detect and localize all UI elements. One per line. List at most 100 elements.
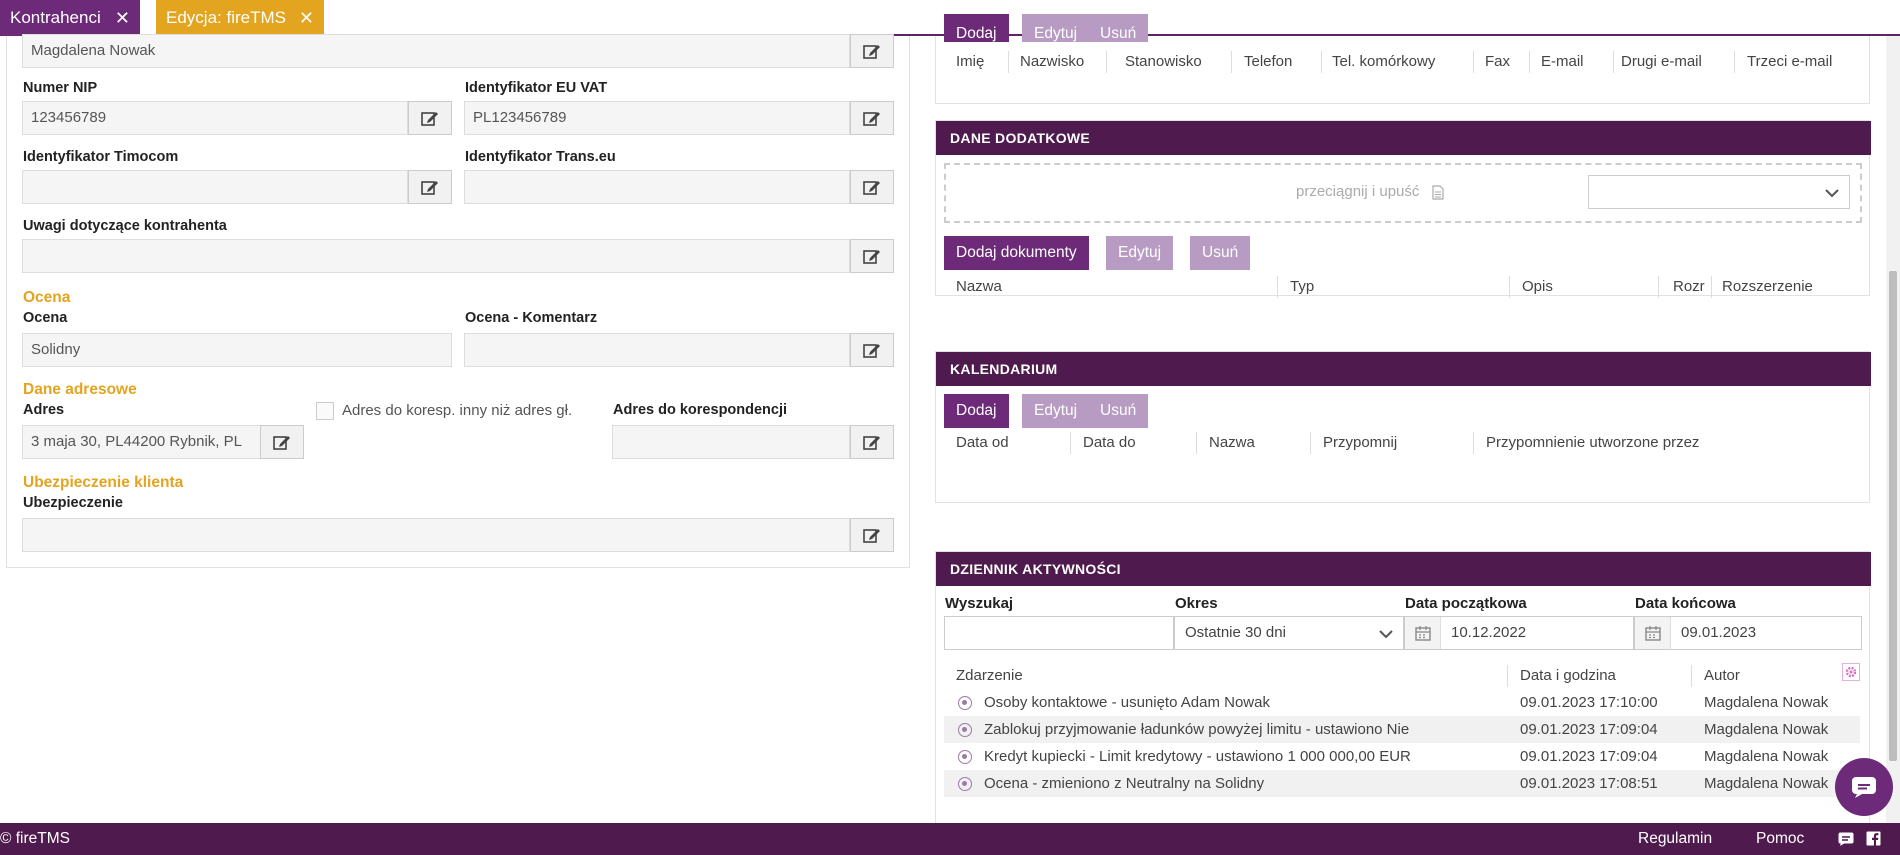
column-header[interactable]: Nazwisko [1020,53,1084,70]
contacts-delete-button[interactable]: Usuń [1088,14,1149,42]
koresp-checkbox[interactable] [316,402,334,420]
edit-icon [863,181,880,195]
gear-icon[interactable] [1842,663,1860,681]
regulamin-link[interactable]: Regulamin [1638,823,1712,855]
contacts-edit-button[interactable]: Edytuj [1022,14,1090,42]
pomoc-link[interactable]: Pomoc [1756,823,1804,855]
close-icon[interactable]: ✕ [115,0,130,36]
calendar-icon[interactable] [1635,617,1671,649]
tab-label: Edycja: fireTMS [166,8,286,27]
column-header[interactable]: Opis [1522,278,1553,295]
name-field[interactable]: Magdalena Nowak [22,34,850,68]
event-text: Kredyt kupiecki - Limit kredytowy - usta… [984,748,1411,765]
kal-add-button[interactable]: Dodaj [944,394,1009,428]
column-separator [1507,665,1508,687]
table-row[interactable]: Osoby kontaktowe - usunięto Adam Nowak 0… [944,689,1860,716]
column-header[interactable]: Data i godzina [1520,667,1616,684]
edit-button[interactable] [850,34,894,68]
ocena-komentarz-input[interactable] [464,333,850,367]
column-header[interactable]: Rozszerzenie [1722,278,1813,295]
timocom-label: Identyfikator Timocom [23,149,179,165]
column-header[interactable]: Nazwa [1209,434,1255,451]
start-date-input[interactable]: 10.12.2022 [1404,616,1634,650]
column-separator [1691,665,1692,687]
column-header[interactable]: Telefon [1244,53,1292,70]
dziennik-title: DZIENNIK AKTYWNOŚCI [936,552,1871,586]
nip-edit-button[interactable] [408,101,452,135]
end-date-input[interactable]: 09.01.2023 [1634,616,1862,650]
column-header[interactable]: Fax [1485,53,1510,70]
end-date-value: 09.01.2023 [1681,624,1757,641]
tab-edycja[interactable]: Edycja: fireTMS ✕ [156,0,324,36]
add-documents-button[interactable]: Dodaj dokumenty [944,236,1089,270]
kal-edit-button[interactable]: Edytuj [1022,394,1090,428]
okres-select[interactable]: Ostatnie 30 dni [1174,616,1404,650]
column-separator [1658,276,1659,298]
table-row[interactable]: Ocena - zmieniono z Neutralny na Solidny… [944,770,1860,797]
column-header[interactable]: Przypomnienie utworzone przez [1486,434,1699,451]
uwagi-edit-button[interactable] [850,239,894,273]
koresp-input[interactable] [612,425,850,459]
contractor-form: Magdalena Nowak Numer NIP 123456789 Iden… [0,34,918,576]
column-header[interactable]: Drugi e-mail [1621,53,1702,70]
close-icon[interactable]: ✕ [299,0,314,36]
transeu-edit-button[interactable] [850,170,894,204]
uwagi-input[interactable] [22,239,850,273]
edit-document-button[interactable]: Edytuj [1106,236,1174,270]
adres-input[interactable]: 3 maja 30, PL44200 Rybnik, PL [22,425,262,459]
contacts-add-button[interactable]: Dodaj [944,14,1009,42]
edit-icon [863,45,880,59]
ubezp-input[interactable] [22,518,850,552]
nip-input[interactable]: 123456789 [22,101,408,135]
column-header[interactable]: Trzeci e-mail [1747,53,1832,70]
calendar-icon[interactable] [1405,617,1441,649]
ocena-select[interactable]: Solidny [22,333,452,367]
facebook-icon[interactable] [1866,831,1881,846]
timocom-edit-button[interactable] [408,170,452,204]
column-header[interactable]: E-mail [1541,53,1584,70]
column-separator [1070,432,1071,454]
column-separator [1321,51,1322,73]
koresp-edit-button[interactable] [850,425,894,459]
dane-dodatkowe-box: DANE DODATKOWE przeciągnij i upuść Dodaj… [935,120,1871,298]
euvat-input[interactable]: PL123456789 [464,101,850,135]
transeu-input[interactable] [464,170,850,204]
scrollbar-thumb[interactable] [1889,271,1897,761]
column-header[interactable]: Tel. komórkowy [1332,53,1435,70]
chat-button[interactable] [1835,758,1893,816]
edit-icon [273,436,290,450]
column-header[interactable]: Imię [956,53,984,70]
column-header[interactable]: Autor [1704,667,1740,684]
event-date: 09.01.2023 17:08:51 [1520,775,1658,792]
event-author: Magdalena Nowak [1704,721,1829,738]
tab-kontrahenci[interactable]: Kontrahenci ✕ [0,0,140,36]
edit-icon [863,529,880,543]
edit-icon [421,112,438,126]
euvat-edit-button[interactable] [850,101,894,135]
kal-delete-button[interactable]: Usuń [1088,394,1149,428]
event-date: 09.01.2023 17:09:04 [1520,721,1658,738]
timocom-input[interactable] [22,170,408,204]
contacts-box: Dodaj Edytuj Usuń Imię Nazwisko Stanowis… [935,14,1870,104]
adres-edit-button[interactable] [260,425,304,459]
column-header[interactable]: Data do [1083,434,1136,451]
column-separator [1196,432,1197,454]
page-scrollbar[interactable] [1886,36,1900,823]
column-header[interactable]: Typ [1290,278,1314,295]
search-input[interactable] [944,616,1174,650]
ocena-komentarz-edit-button[interactable] [850,333,894,367]
ubezp-edit-button[interactable] [850,518,894,552]
column-header[interactable]: Data od [956,434,1009,451]
column-header[interactable]: Rozr [1673,278,1705,295]
table-row[interactable]: Kredyt kupiecki - Limit kredytowy - usta… [944,743,1860,770]
column-header[interactable]: Przypomnij [1323,434,1397,451]
table-row[interactable]: Zablokuj przyjmowanie ładunków powyżej l… [944,716,1860,743]
delete-document-button[interactable]: Usuń [1190,236,1251,270]
event-icon [958,750,972,764]
column-header[interactable]: Stanowisko [1125,53,1202,70]
document-type-select[interactable] [1588,175,1850,209]
column-separator [1310,432,1311,454]
chat-icon[interactable] [1838,832,1854,846]
column-header[interactable]: Zdarzenie [956,667,1023,684]
column-header[interactable]: Nazwa [956,278,1002,295]
